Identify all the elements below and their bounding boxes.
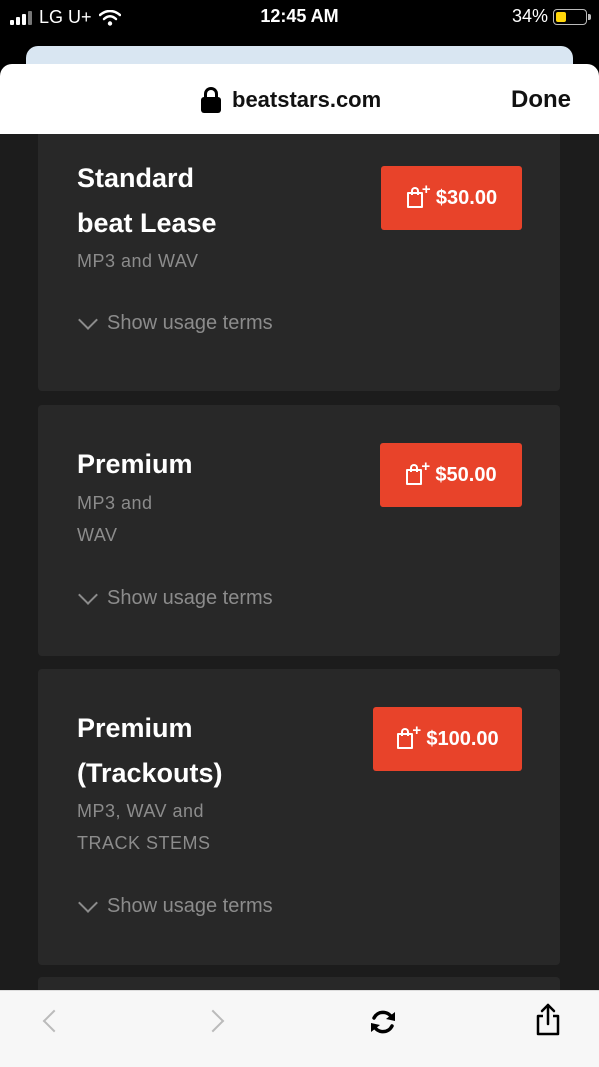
reload-icon[interactable]: [368, 1007, 398, 1037]
license-card-premium: Premium MP3 and WAV Show usage terms + $…: [38, 405, 560, 656]
license-description: MP3, WAV and TRACK STEMS: [77, 801, 211, 853]
price-label: $50.00: [435, 463, 497, 486]
safari-bottom-toolbar: [0, 990, 599, 1067]
url-text: beatstars.com: [232, 87, 382, 112]
license-description: MP3 and WAV: [77, 251, 199, 271]
chevron-down-icon: [78, 584, 98, 605]
show-usage-terms-toggle[interactable]: Show usage terms: [77, 309, 273, 335]
license-card-standard: Standard beat Lease MP3 and WAV Show usa…: [38, 134, 560, 391]
license-list: Standard beat Lease MP3 and WAV Show usa…: [0, 134, 599, 990]
license-description: MP3 and WAV: [77, 493, 153, 545]
back-arrow-icon[interactable]: [42, 1009, 66, 1033]
terms-label: Show usage terms: [107, 312, 273, 334]
license-title: Premium: [77, 449, 193, 479]
license-title: Standard beat Lease: [77, 163, 217, 238]
license-card-trackouts: Premium (Trackouts) MP3, WAV and TRACK S…: [38, 669, 560, 965]
shopping-bag-plus-icon: +: [405, 458, 430, 487]
battery-level: [556, 11, 566, 22]
url-display[interactable]: beatstars.com: [200, 86, 381, 114]
shopping-bag-plus-icon: +: [406, 181, 431, 210]
price-label: $100.00: [426, 727, 499, 750]
chevron-down-icon: [78, 309, 98, 330]
done-button[interactable]: Done: [511, 86, 571, 114]
add-to-cart-button[interactable]: + $30.00: [381, 166, 522, 230]
show-usage-terms-toggle[interactable]: Show usage terms: [77, 584, 273, 610]
add-to-cart-button[interactable]: + $100.00: [373, 707, 522, 771]
terms-label: Show usage terms: [107, 587, 273, 609]
add-to-cart-button[interactable]: + $50.00: [380, 443, 522, 507]
license-card-partial: [38, 977, 560, 990]
license-title: Premium (Trackouts): [77, 713, 223, 788]
status-right: 34%: [511, 6, 591, 27]
show-usage-terms-toggle[interactable]: Show usage terms: [77, 892, 273, 918]
share-icon[interactable]: [534, 1003, 562, 1037]
terms-label: Show usage terms: [107, 895, 273, 917]
chevron-down-icon: [78, 892, 98, 913]
forward-arrow-icon[interactable]: [201, 1009, 225, 1033]
status-bar: LG U+ 12:45 AM 34%: [0, 0, 599, 34]
safari-url-bar: beatstars.com Done: [0, 64, 599, 134]
battery-percent: 34%: [511, 6, 548, 26]
lock-icon: [200, 86, 222, 114]
battery-icon: [553, 8, 591, 25]
status-time: 12:45 AM: [260, 6, 339, 26]
price-label: $30.00: [435, 186, 498, 209]
shopping-bag-plus-icon: +: [396, 722, 421, 751]
